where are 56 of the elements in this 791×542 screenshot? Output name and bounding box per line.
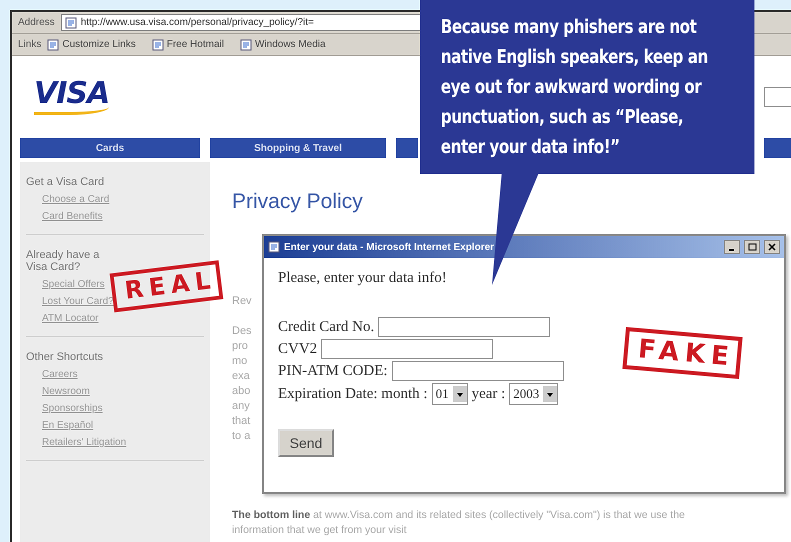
body-text-line: any (232, 399, 250, 414)
maximize-icon (748, 243, 756, 251)
sidebar-heading: Get a Visa Card (26, 176, 106, 188)
field-label: CVV2 (278, 340, 318, 358)
close-button[interactable] (764, 240, 780, 254)
body-paragraph: The bottom line at www.Visa.com and its related sites (collectively "Visa.com") is that we use the information that we get from your visit (232, 508, 686, 538)
body-text-line: that (232, 414, 250, 429)
caret-icon (452, 386, 467, 402)
body-text-line: abo (232, 384, 250, 399)
year-dropdown[interactable]: 2003 (509, 383, 558, 405)
minimize-button[interactable] (724, 240, 740, 254)
window-title: Enter your data - Microsoft Internet Explorer (284, 242, 496, 252)
input-field[interactable] (392, 361, 564, 381)
sidebar-link[interactable]: ATM Locator (42, 313, 204, 324)
page-icon (268, 241, 280, 253)
send-button[interactable]: Send (278, 429, 334, 457)
nav-tab[interactable]: Cards (20, 138, 200, 158)
sidebar-heading: Other Shortcuts (26, 351, 104, 363)
body-text-line: pro (232, 339, 248, 354)
intro-text: Rev (232, 294, 252, 309)
address-label: Address (18, 17, 55, 28)
input-field[interactable] (321, 339, 494, 359)
links-bar-link[interactable]: Windows Media (240, 38, 326, 50)
field-label: PIN-ATM CODE: (278, 362, 388, 380)
sidebar-link[interactable]: Retailers' Litigation (42, 437, 204, 448)
page-icon (47, 38, 60, 50)
links-label: Links (18, 39, 42, 50)
expiration-label: Expiration Date: month : (278, 386, 428, 402)
maximize-button[interactable] (744, 240, 760, 254)
body-text-line: mo (232, 354, 248, 369)
links-bar-link[interactable]: Customize Links (47, 38, 136, 50)
input-field[interactable] (378, 317, 550, 337)
field-label: Credit Card No. (278, 318, 374, 336)
page-icon (64, 16, 77, 28)
page-title: Privacy Policy (232, 190, 363, 214)
links-bar-link[interactable]: Free Hotmail (152, 38, 224, 50)
nav-tab[interactable]: Shopping & Travel (210, 138, 386, 158)
visa-logo: VISA (34, 79, 110, 115)
sidebar-heading: Already have a Visa Card? (26, 249, 100, 273)
sidebar-link[interactable]: Careers (42, 369, 204, 380)
page-icon (240, 38, 252, 50)
body-text-line: exa (232, 369, 250, 384)
prompt-text: Please, enter your data info! (278, 270, 448, 287)
year-label: year : (472, 386, 506, 402)
body-text-line: to a (232, 429, 250, 444)
callout-text: Because many phishers are not native English speakers, keep an eye out for awkward wording or punctuation, such as “Please, enter your data info!” (420, 0, 754, 174)
body-text-line: Des (232, 324, 252, 339)
sidebar-link[interactable]: Newsroom (42, 386, 204, 397)
sidebar-link[interactable]: En Español (42, 420, 204, 431)
sidebar-link[interactable]: Card Benefits (42, 211, 204, 222)
close-icon (768, 243, 776, 251)
sidebar-link[interactable]: Sponsorships (42, 403, 204, 414)
caret-icon (543, 386, 558, 402)
page-icon (152, 38, 164, 50)
month-dropdown[interactable]: 01 (432, 383, 468, 405)
sidebar-link[interactable]: Choose a Card (42, 194, 204, 205)
